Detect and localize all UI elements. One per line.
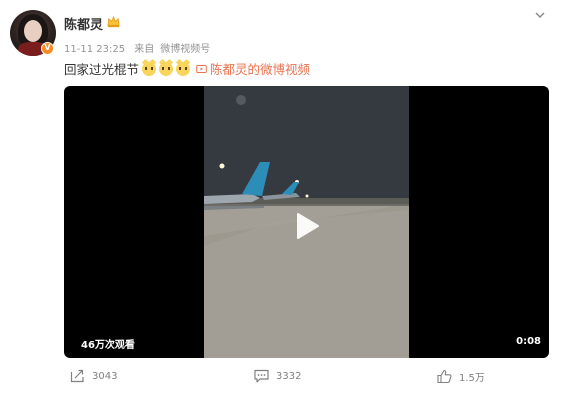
view-count: 46万次观看: [81, 340, 135, 351]
comment-button[interactable]: 3332: [254, 369, 301, 383]
comment-icon: [254, 369, 269, 383]
like-icon: [437, 369, 452, 384]
video-player[interactable]: 46万次观看 0:08: [64, 86, 549, 358]
like-count: 1.5万: [459, 373, 485, 384]
post-text: 回家过光棍节 陈都灵的微博视频: [64, 59, 310, 78]
verified-badge: V: [41, 42, 54, 55]
share-count: 3043: [92, 370, 118, 382]
video-link-icon: [196, 64, 207, 73]
emoji-icon: [142, 61, 157, 76]
emoji-icon: [176, 61, 191, 76]
share-button[interactable]: 3043: [70, 369, 117, 383]
video-link-label: 陈都灵的微博视频: [210, 62, 311, 77]
timestamp[interactable]: 11-11 23:25: [64, 44, 125, 55]
share-icon: [70, 369, 84, 383]
post-body: 回家过光棍节: [64, 62, 140, 77]
comment-count: 3332: [276, 370, 302, 382]
source[interactable]: 微博视频号: [160, 44, 210, 55]
chevron-down-icon[interactable]: [533, 8, 547, 22]
source-prefix: 来自: [134, 44, 155, 55]
post-actions: 3043 3332 1.5万: [0, 366, 569, 390]
emoji-icon: [159, 61, 174, 76]
crown-icon: [107, 15, 120, 28]
video-duration: 0:08: [516, 336, 541, 347]
video-link[interactable]: 陈都灵的微博视频: [196, 59, 310, 78]
like-button[interactable]: 1.5万: [437, 369, 485, 384]
post-meta: 11-11 23:25 来自 微博视频号: [64, 40, 216, 55]
username[interactable]: 陈都灵: [64, 14, 103, 33]
play-icon[interactable]: [288, 208, 324, 244]
